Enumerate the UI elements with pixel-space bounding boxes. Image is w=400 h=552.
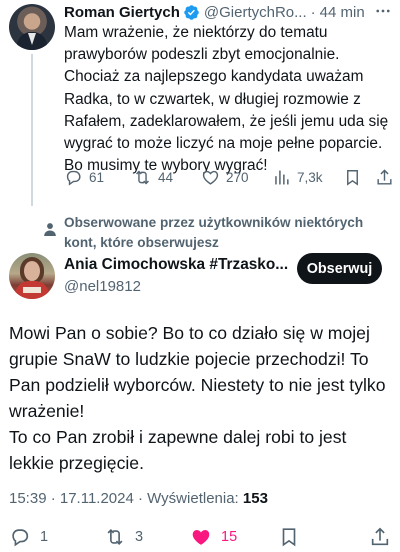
- notice-text: Obserwowane przez użytkowników niektóryc…: [64, 215, 364, 250]
- reply-button[interactable]: 1: [9, 525, 48, 549]
- like-button[interactable]: 15: [190, 525, 237, 549]
- tweet-meta: 15:39 · 17.11.2024 · Wyświetlenia: 153: [9, 490, 268, 507]
- bookmark-icon: [347, 169, 358, 186]
- views-count: 153: [242, 490, 268, 507]
- bookmark-button[interactable]: [343, 165, 362, 189]
- reply-count: 61: [89, 169, 105, 185]
- reply-button[interactable]: 61: [64, 165, 104, 189]
- reply-icon: [12, 529, 29, 547]
- repost-button[interactable]: 44: [133, 165, 173, 189]
- heart-icon: [202, 170, 219, 185]
- heart-icon: [192, 529, 210, 545]
- reply-count: 1: [40, 529, 49, 545]
- views-button[interactable]: 7,3k: [272, 165, 323, 189]
- repost-count: 44: [158, 169, 174, 185]
- followed-by-notice: Obserwowane przez użytkowników niektóryc…: [0, 212, 400, 256]
- share-icon: [377, 168, 392, 185]
- action-bar: 61 44 270 7,3k: [64, 165, 394, 189]
- more-options-icon[interactable]: [374, 2, 392, 20]
- repost-button[interactable]: 3: [104, 525, 143, 549]
- timestamp[interactable]: 15:39 · 17.11.2024 · Wyświetlenia:: [9, 490, 243, 507]
- like-count: 270: [226, 169, 249, 185]
- avatar[interactable]: [9, 4, 55, 50]
- follow-button[interactable]: Obserwuj: [297, 253, 382, 284]
- tweet-text: Mowi Pan o sobie? Bo to co działo się w …: [9, 323, 386, 473]
- repost-count: 3: [135, 529, 144, 545]
- views-chart-icon: [275, 169, 289, 185]
- verified-badge-icon: [184, 4, 199, 20]
- separator-dot: ·: [310, 3, 316, 21]
- like-button[interactable]: 270: [201, 165, 249, 189]
- author-handle[interactable]: @nel19812: [64, 278, 141, 295]
- reply-icon: [66, 170, 81, 186]
- share-button[interactable]: [369, 525, 391, 549]
- share-icon: [371, 527, 389, 546]
- action-bar: 1 3 15: [0, 524, 400, 550]
- avatar-sign: [23, 287, 41, 293]
- tweet-time[interactable]: 44 min: [320, 4, 365, 21]
- like-count: 15: [221, 529, 238, 545]
- thread-line: [31, 54, 33, 206]
- views-count: 7,3k: [297, 169, 323, 185]
- bookmark-icon: [282, 528, 296, 547]
- avatar-face: [24, 261, 40, 281]
- share-button[interactable]: [375, 165, 394, 189]
- avatar[interactable]: [9, 253, 55, 299]
- person-icon: [44, 223, 56, 236]
- repost-icon: [107, 528, 123, 546]
- author-name[interactable]: Ania Cimochowska #Trzasko...: [64, 256, 288, 274]
- bookmark-button[interactable]: [278, 525, 300, 549]
- repost-icon: [136, 170, 149, 184]
- tweet-text: Mam wrażenie, że niektórzy do tematu pra…: [64, 24, 389, 175]
- tweet-header: Roman Giertych @GiertychRo... · 44 min: [64, 2, 400, 22]
- author-name[interactable]: Roman Giertych: [64, 4, 180, 21]
- author-handle[interactable]: @GiertychRo...: [204, 4, 307, 21]
- parent-tweet[interactable]: Roman Giertych @GiertychRo... · 44 min M…: [0, 0, 400, 212]
